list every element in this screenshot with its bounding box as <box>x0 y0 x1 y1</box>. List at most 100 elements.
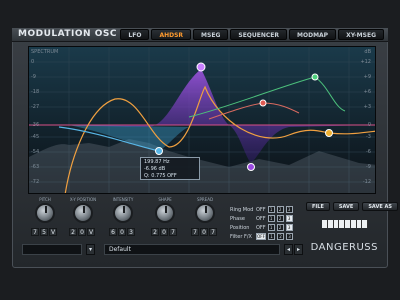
right-scale-2: +6 <box>363 89 371 95</box>
knob-values: 6 0 3 <box>109 228 135 236</box>
spectrum-display[interactable]: SPECTRUM dB 0 -9 -18 -27 -36 -45 -54 -63… <box>28 46 376 194</box>
knob-value[interactable]: 0 <box>160 228 168 236</box>
mod-slot-3[interactable]: 3 <box>286 233 293 240</box>
knob-dial[interactable] <box>155 203 175 223</box>
knob-value[interactable]: 5 <box>40 228 48 236</box>
right-scale-5: -3 <box>366 134 371 140</box>
preset-bar: ▾ Default ◂ ▸ DANGERUSS <box>22 242 378 256</box>
right-scale-7: -9 <box>366 164 371 170</box>
knob-value[interactable]: 7 <box>31 228 39 236</box>
mod-slot-1[interactable]: 1 <box>267 215 275 222</box>
mod-slot-2[interactable]: 2 <box>277 233 284 240</box>
tab-sequencer[interactable]: SEQUENCER <box>230 29 288 40</box>
preset-name[interactable]: Default <box>104 244 280 255</box>
knob-value[interactable]: 0 <box>118 228 126 236</box>
keyboard-icon[interactable] <box>322 220 368 228</box>
node-low[interactable] <box>155 147 163 155</box>
knob-values: 2 0 V <box>69 228 95 236</box>
knob-label: SHAPE <box>158 197 172 202</box>
knob-dial[interactable] <box>113 203 133 223</box>
mod-slot-1[interactable]: 1 <box>267 206 275 213</box>
knob-values: 7 5 V <box>31 228 57 236</box>
knob-value[interactable]: V <box>49 228 57 236</box>
knob-values: 2 0 7 <box>151 228 177 236</box>
mod-slot-1[interactable]: 1 <box>268 233 275 240</box>
knob-shape: SHAPE 2 0 7 <box>148 197 182 241</box>
right-scale-1: +9 <box>363 74 371 80</box>
knob-label: SPREAD <box>196 197 214 202</box>
knob-value[interactable]: 2 <box>151 228 159 236</box>
knob-value[interactable]: 0 <box>200 228 208 236</box>
off-toggle[interactable]: OFF <box>256 233 266 240</box>
mod-slot-3[interactable]: 3 <box>285 224 293 231</box>
save-as-button[interactable]: SAVE AS <box>362 202 398 211</box>
knob-label: X-Y POSITION <box>69 197 97 202</box>
node-high[interactable] <box>311 73 319 81</box>
window-title: MODULATION OSC <box>18 29 117 39</box>
right-scale-6: -6 <box>366 149 371 155</box>
knob-strip: PITCH 7 5 V X-Y POSITION 2 0 V INTENSITY… <box>28 197 228 241</box>
knob-intensity: INTENSITY 6 0 3 <box>106 197 140 241</box>
knob-dial[interactable] <box>195 203 215 223</box>
db-label: dB <box>364 49 371 55</box>
preset-category-selector[interactable] <box>22 244 82 255</box>
node-readout: 199.87 Hz -6.96 dB Q: 0.775 OFF <box>140 157 200 180</box>
knob-dial[interactable] <box>35 203 55 223</box>
prev-preset-icon[interactable]: ◂ <box>284 244 293 255</box>
node-notch[interactable] <box>247 163 255 171</box>
knob-xy-position: X-Y POSITION 2 0 V <box>66 197 100 241</box>
tab-bar: LFO AHDSR MSEG SEQUENCER MODMAP XY-MSEG <box>120 29 384 40</box>
title-bar: MODULATION OSC LFO AHDSR MSEG SEQUENCER … <box>12 28 388 42</box>
knob-spread: SPREAD 7 0 7 <box>188 197 222 241</box>
mod-slot-3[interactable]: 3 <box>285 215 293 222</box>
knob-value[interactable]: 3 <box>127 228 135 236</box>
knob-value[interactable]: 7 <box>191 228 199 236</box>
knob-value[interactable]: V <box>87 228 95 236</box>
knob-dial[interactable] <box>73 203 93 223</box>
node-peak[interactable] <box>196 62 206 72</box>
file-button[interactable]: FILE <box>306 202 330 211</box>
readout-gain: -6.96 dB <box>144 166 166 172</box>
mod-row-label: Filter F/X <box>230 233 252 240</box>
knob-value[interactable]: 7 <box>209 228 217 236</box>
save-button[interactable]: SAVE <box>332 202 360 211</box>
mod-slot-2[interactable]: 2 <box>276 215 284 222</box>
readout-freq: 199.87 Hz <box>144 159 170 165</box>
off-label: OFF <box>256 206 266 213</box>
mod-row-label: Phase <box>230 215 245 222</box>
off-label: OFF <box>256 224 266 231</box>
tab-xy-mseg[interactable]: XY-MSEG <box>338 29 384 40</box>
left-scale-0: 0 <box>31 59 35 65</box>
knob-label: INTENSITY <box>112 197 134 202</box>
left-scale-8: -72 <box>31 179 40 185</box>
dropdown-arrow-icon[interactable]: ▾ <box>86 244 95 255</box>
readout-q: Q: 0.775 OFF <box>144 173 177 179</box>
knob-value[interactable]: 7 <box>169 228 177 236</box>
left-scale-6: -54 <box>31 149 40 155</box>
mod-matrix: Ring Mod OFF 1 2 3 Phase OFF 1 2 3 Posit… <box>230 205 293 241</box>
left-scale-3: -27 <box>31 104 40 110</box>
mod-slot-1[interactable]: 1 <box>267 224 275 231</box>
knob-value[interactable]: 2 <box>69 228 77 236</box>
mod-slot-2[interactable]: 2 <box>276 206 284 213</box>
mod-slot-2[interactable]: 2 <box>276 224 284 231</box>
right-scale-8: -12 <box>362 179 371 185</box>
knob-pitch: PITCH 7 5 V <box>28 197 62 241</box>
tab-ahdsr[interactable]: AHDSR <box>151 29 192 40</box>
mod-row-phase: Phase OFF 1 2 3 <box>230 214 293 223</box>
tab-mseg[interactable]: MSEG <box>193 29 229 40</box>
right-scale-0: +12 <box>360 59 371 65</box>
spectrum-graph[interactable] <box>29 47 376 194</box>
tab-lfo[interactable]: LFO <box>120 29 150 40</box>
next-preset-icon[interactable]: ▸ <box>294 244 303 255</box>
node-shelf[interactable] <box>325 129 333 137</box>
mod-row-label: Ring Mod <box>230 206 254 213</box>
knob-value[interactable]: 0 <box>78 228 86 236</box>
left-scale-1: -9 <box>31 74 36 80</box>
mod-slot-3[interactable]: 3 <box>285 206 293 213</box>
knob-values: 7 0 7 <box>191 228 217 236</box>
left-scale-5: -45 <box>31 134 40 140</box>
knob-value[interactable]: 6 <box>109 228 117 236</box>
node-mid[interactable] <box>259 99 267 107</box>
tab-modmap[interactable]: MODMAP <box>289 29 337 40</box>
